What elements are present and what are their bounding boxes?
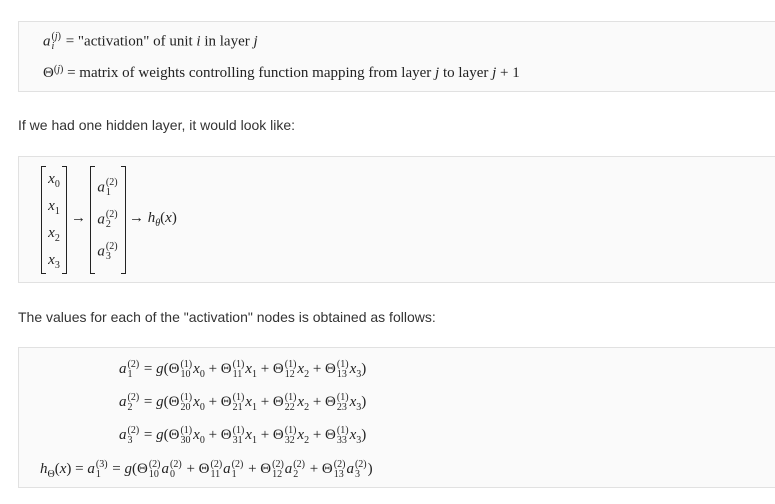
equation-hypothesis: hΘ(x) = a (3) 1 = g(Θ (2) 10 a (2) 0 + Θ (2) 11 a(… xyxy=(40,458,373,480)
definitions-box: a (j) i = "activation" of unit i in layer … xyxy=(18,21,775,92)
input-x2: x2 xyxy=(48,225,60,244)
network-diagram: x0 x1 x2 x3 → a (2) 1 a (2) 2 a (2) 3 → hθ(x) xyxy=(19,166,419,274)
input-x1: x1 xyxy=(48,198,60,217)
input-x3: x3 xyxy=(48,252,60,271)
hidden-vector: a (2) 1 a (2) 2 a (2) 3 xyxy=(90,166,126,274)
hidden-a2: a (2) 2 xyxy=(97,209,118,230)
equation-a1: a (2) 1 = g(Θ (1) 10 x0 + Θ (1) 11 x1 + Θ (1) 12 x2… xyxy=(119,358,367,380)
input-x0: x0 xyxy=(48,171,60,190)
equation-a3: a (2) 3 = g(Θ (1) 30 x0 + Θ (1) 31 x1 + Θ (1) 32 x2… xyxy=(119,424,367,446)
activation-intro: The values for each of the "activation" … xyxy=(18,309,436,325)
equation-a2: a (2) 2 = g(Θ (1) 20 x0 + Θ (1) 21 x1 + Θ (1) 22 x2… xyxy=(119,391,367,413)
activation-definition: a (j) i = "activation" of unit i in layer … xyxy=(43,31,258,52)
hidden-a1: a (2) 1 xyxy=(97,177,118,198)
hidden-a3: a (2) 3 xyxy=(97,241,118,262)
equations: a (2) 1 = g(Θ (1) 10 x0 + Θ (1) 11 x1 + Θ (1) 12 x2… xyxy=(19,356,775,484)
arrow-icon: → xyxy=(71,210,86,226)
hidden-layer-intro: If we had one hidden layer, it would loo… xyxy=(18,117,296,133)
theta-definition: Θ(j) = matrix of weights controlling fun… xyxy=(43,63,520,82)
hypothesis-output: → hθ(x) xyxy=(129,210,177,229)
equations-box: a (2) 1 = g(Θ (1) 10 x0 + Θ (1) 11 x1 + Θ (1) 12 x2… xyxy=(18,347,775,488)
input-vector: x0 x1 x2 x3 xyxy=(41,166,67,274)
network-box: x0 x1 x2 x3 → a (2) 1 a (2) 2 a (2) 3 → hθ(x) xyxy=(18,156,775,283)
